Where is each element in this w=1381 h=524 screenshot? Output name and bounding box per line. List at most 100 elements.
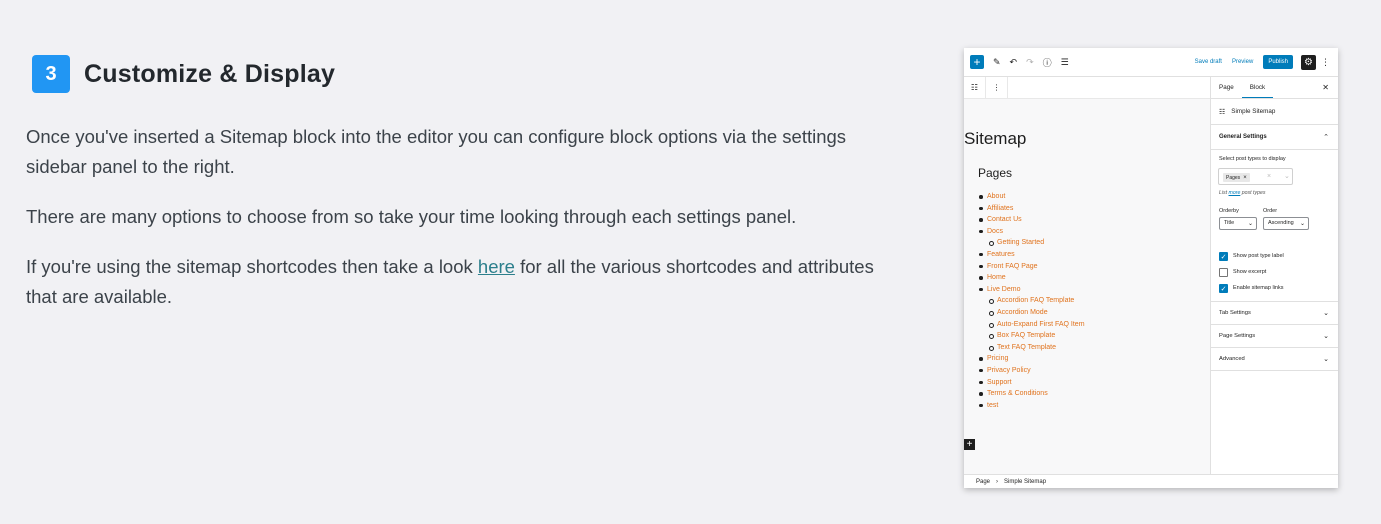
sitemap-item[interactable]: Features — [979, 249, 1085, 261]
post-types-label: Select post types to display — [1219, 156, 1286, 162]
hint-prefix: List — [1219, 190, 1229, 196]
sitemap-item[interactable]: Accordion FAQ Template — [979, 295, 1085, 307]
editor-top-toolbar: + ✎ ↶ ↷ ⓘ ☰ Save draft Preview Publish ⚙… — [964, 48, 1338, 77]
checkbox-label: Show excerpt — [1233, 269, 1267, 275]
sitemap-block-icon: ☷ — [1219, 108, 1226, 116]
page-settings-header[interactable]: Page Settings ⌄ — [1211, 325, 1338, 348]
editor-breadcrumb: Page › Simple Sitemap — [964, 474, 1338, 488]
sitemap-item[interactable]: Home — [979, 272, 1085, 284]
general-settings-label: General Settings — [1219, 134, 1267, 140]
general-settings-panel: Select post types to display Pages × × ⌄… — [1211, 150, 1338, 302]
settings-sidebar: Page Block ✕ ☷ Simple Sitemap General Se… — [1210, 77, 1338, 474]
settings-gear-icon[interactable]: ⚙ — [1301, 54, 1316, 70]
orderby-value: Title — [1224, 220, 1235, 226]
canvas-add-block-icon[interactable]: + — [964, 439, 975, 450]
publish-button[interactable]: Publish — [1263, 55, 1293, 69]
list-view-icon[interactable]: ☰ — [1061, 57, 1069, 68]
chevron-down-icon: ⌄ — [1247, 221, 1253, 227]
sitemap-item[interactable]: Auto-Expand First FAQ Item — [979, 319, 1085, 331]
sidebar-tabs: Page Block ✕ — [1211, 77, 1338, 99]
undo-icon[interactable]: ↶ — [1010, 57, 1018, 68]
block-name: Simple Sitemap — [1231, 108, 1276, 115]
more-options-icon[interactable]: ⋮ — [1321, 57, 1330, 68]
sitemap-item[interactable]: test — [979, 400, 1085, 412]
sitemap-item[interactable]: Contact Us — [979, 214, 1085, 226]
advanced-label: Advanced — [1219, 356, 1245, 362]
post-types-hint: List more post types — [1219, 190, 1265, 196]
tab-settings-label: Tab Settings — [1219, 310, 1251, 316]
more-post-types-link[interactable]: more — [1229, 190, 1241, 196]
checkbox-label: Show post type label — [1233, 253, 1284, 259]
sitemap-item[interactable]: Pricing — [979, 353, 1085, 365]
redo-icon[interactable]: ↷ — [1026, 57, 1034, 68]
editor-canvas: ☷ ⋮ Sitemap Pages About Affiliates Contact… — [964, 76, 1210, 488]
article-body: Once you've inserted a Sitemap block int… — [26, 122, 886, 332]
preview-button[interactable]: Preview — [1232, 59, 1253, 65]
sitemap-item[interactable]: About — [979, 191, 1085, 203]
tab-page[interactable]: Page — [1211, 77, 1242, 98]
checkbox[interactable] — [1219, 268, 1228, 277]
clear-icon[interactable]: × — [1267, 173, 1271, 180]
info-icon[interactable]: ⓘ — [1043, 56, 1052, 69]
remove-token-icon[interactable]: × — [1243, 175, 1247, 181]
sitemap-list: About Affiliates Contact Us Docs Getting Sta… — [979, 191, 1085, 411]
chevron-down-icon: ⌄ — [1323, 356, 1329, 363]
sitemap-title: Sitemap — [964, 129, 1027, 148]
breadcrumb-current[interactable]: Simple Sitemap — [1004, 479, 1046, 485]
checkbox[interactable]: ✓ — [1219, 284, 1228, 293]
shortcodes-link[interactable]: here — [478, 256, 515, 277]
post-types-selector[interactable]: Pages × × ⌄ — [1218, 168, 1293, 185]
sitemap-item[interactable]: Text FAQ Template — [979, 342, 1085, 354]
block-card: ☷ Simple Sitemap — [1211, 99, 1338, 125]
tab-block[interactable]: Block — [1241, 77, 1274, 98]
chevron-down-icon: ⌄ — [1299, 221, 1305, 227]
sitemap-item[interactable]: Support — [979, 377, 1085, 389]
sitemap-item[interactable]: Privacy Policy — [979, 365, 1085, 377]
sitemap-item[interactable]: Terms & Conditions — [979, 388, 1085, 400]
chevron-down-icon: ⌄ — [1323, 310, 1329, 317]
post-type-token[interactable]: Pages × — [1223, 173, 1250, 182]
toolbar-right: Save draft Preview Publish ⚙ ⋮ — [1195, 54, 1338, 70]
block-toolbar: ☷ ⋮ — [964, 76, 1210, 99]
orderby-select[interactable]: Title ⌄ — [1219, 217, 1257, 230]
sitemap-item[interactable]: Box FAQ Template — [979, 330, 1085, 342]
order-select[interactable]: Ascending ⌄ — [1263, 217, 1309, 230]
checkbox[interactable]: ✓ — [1219, 252, 1228, 261]
advanced-header[interactable]: Advanced ⌄ — [1211, 348, 1338, 371]
article-paragraph-2: There are many options to choose from so… — [26, 206, 797, 227]
step-title: Customize & Display — [84, 59, 336, 88]
sitemap-item[interactable]: Accordion Mode — [979, 307, 1085, 319]
token-label: Pages — [1226, 174, 1241, 181]
order-label: Order — [1263, 208, 1278, 214]
sitemap-item[interactable]: Affiliates — [979, 203, 1085, 215]
order-value: Ascending — [1268, 220, 1294, 226]
general-settings-header[interactable]: General Settings ⌃ — [1211, 125, 1338, 150]
chevron-down-icon: ⌄ — [1323, 333, 1329, 340]
close-icon[interactable]: ✕ — [1322, 83, 1329, 92]
editor-screenshot: + ✎ ↶ ↷ ⓘ ☰ Save draft Preview Publish ⚙… — [964, 48, 1338, 488]
tab-settings-header[interactable]: Tab Settings ⌄ — [1211, 302, 1338, 325]
block-type-icon[interactable]: ☷ — [964, 76, 986, 99]
hint-suffix: post types — [1240, 190, 1266, 196]
orderby-label: Orderby — [1219, 208, 1239, 214]
step-number-badge: 3 — [32, 55, 70, 93]
breadcrumb-separator-icon: › — [996, 478, 999, 485]
breadcrumb-root[interactable]: Page — [976, 479, 990, 485]
checkbox-label: Enable sitemap links — [1233, 285, 1284, 291]
pencil-icon[interactable]: ✎ — [993, 57, 1001, 68]
sitemap-item[interactable]: Docs — [979, 226, 1085, 238]
add-block-icon[interactable]: + — [970, 55, 984, 69]
chevron-up-icon: ⌃ — [1323, 134, 1329, 141]
chevron-down-icon[interactable]: ⌄ — [1284, 172, 1290, 180]
page-settings-label: Page Settings — [1219, 333, 1256, 339]
article-paragraph-1: Once you've inserted a Sitemap block int… — [26, 126, 847, 177]
sitemap-item[interactable]: Getting Started — [979, 237, 1085, 249]
save-draft-button[interactable]: Save draft — [1195, 59, 1222, 65]
paragraph-3-text-before: If you're using the sitemap shortcodes t… — [26, 256, 478, 277]
block-more-icon[interactable]: ⋮ — [986, 76, 1008, 99]
step-header: 3 Customize & Display — [32, 55, 335, 93]
sitemap-subtitle: Pages — [978, 166, 1013, 180]
article-paragraph-3: If you're using the sitemap shortcodes t… — [26, 252, 886, 312]
sitemap-item[interactable]: Front FAQ Page — [979, 261, 1085, 273]
sitemap-item[interactable]: Live Demo — [979, 284, 1085, 296]
